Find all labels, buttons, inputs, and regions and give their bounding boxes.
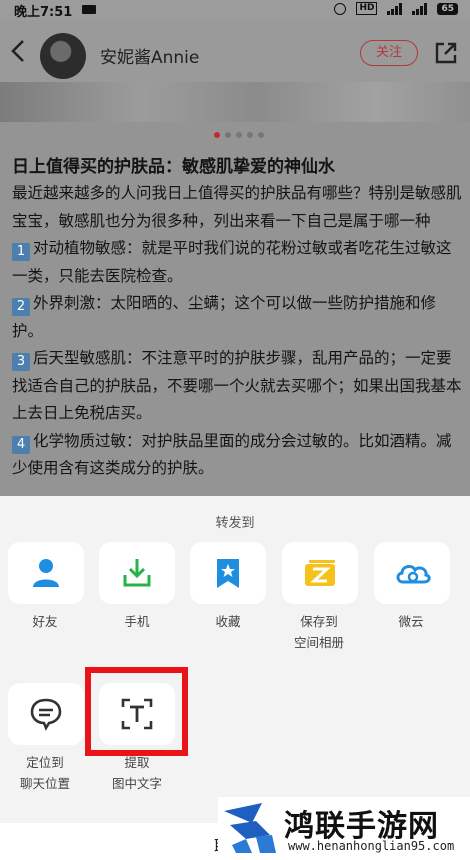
post-header: 安妮酱Annie 关注 [0, 20, 470, 82]
share-icon[interactable] [433, 40, 459, 66]
avatar[interactable] [40, 33, 86, 79]
status-bar: 晚上7:51 HD 65 [0, 0, 470, 20]
bookmark-star-icon [217, 559, 239, 588]
share-album-label: 保存到 空间相册 [293, 614, 344, 650]
article-title: 日上值得买的护肤品：敏感肌挚爱的神仙水 [12, 157, 335, 177]
download-phone-icon [123, 559, 151, 587]
article-body: 最近越来越多的人问我日上值得买的护肤品有哪些？特别是敏感肌宝宝，敏感肌也分为很多… [12, 180, 464, 483]
article-item: 3 后天型敏感肌：不注意平时的护肤步骤，乱用产品的；一定要找适合自己的护肤品，不要… [12, 345, 464, 428]
hd-badge: HD [356, 2, 378, 15]
number-badge-4: 4 [12, 435, 30, 454]
number-badge-1: 1 [12, 243, 30, 261]
post-image-banner[interactable] [0, 82, 470, 122]
extract-text-label: 提取 图中文字 [111, 755, 162, 791]
follow-button[interactable]: 关注 [360, 40, 418, 66]
article-item: 1 对动植物敏感：就是平时我们说的花粉过敏或者吃花生过敏这一类，只能去医院检查。 [12, 235, 464, 290]
number-badge-3: 3 [12, 353, 30, 371]
article-item-text: 外界刺激：太阳晒的、尘螨；这个可以做一些防护措施和修护。 [12, 294, 437, 340]
battery-icon: 65 [437, 2, 458, 15]
carousel-dot [258, 132, 264, 138]
share-weiyun-label: 微云 [398, 614, 424, 629]
chat-bubble-icon [30, 698, 62, 731]
article-item: 2 外界刺激：太阳晒的、尘螨；这个可以做一些防护措施和修护。 [12, 290, 464, 345]
share-album-button[interactable] [282, 542, 358, 604]
highlight-box [85, 667, 188, 756]
album-icon [305, 560, 335, 586]
article-item-text: 对动植物敏感：就是平时我们说的花粉过敏或者吃花生过敏这一类，只能去医院检查。 [12, 239, 452, 285]
article-intro: 最近越来越多的人问我日上值得买的护肤品有哪些？特别是敏感肌宝宝，敏感肌也分为很多… [12, 184, 462, 230]
alarm-icon [334, 2, 347, 15]
status-time: 晚上7:51 [14, 5, 73, 20]
back-arrow-icon[interactable] [8, 38, 30, 64]
cloud-icon [396, 564, 431, 584]
video-recording-icon [82, 5, 96, 14]
sheet-title: 转发到 [215, 516, 255, 531]
article-item-text: 化学物质过敏：对护肤品里面的成分会过敏的。比如酒精。减少使用含有这类成分的护肤。 [12, 431, 452, 478]
article-item-text: 后天型敏感肌：不注意平时的护肤步骤，乱用产品的；一定要找适合自己的护肤品，不要哪… [12, 349, 462, 422]
signal-icon [387, 2, 403, 15]
watermark: 鸿联手游网 www.henanhonglian95.com [218, 797, 470, 860]
signal-icon-2 [412, 2, 428, 15]
carousel-dots [214, 132, 264, 138]
share-weiyun-button[interactable] [374, 542, 450, 604]
watermark-logo-icon [224, 803, 276, 853]
share-phone-label: 手机 [124, 614, 150, 629]
article-item: 4 化学物质过敏：对护肤品里面的成分会过敏的。比如酒精。减少使用含有这类成分的护肤… [12, 428, 464, 483]
article-content: 日上值得买的护肤品：敏感肌挚爱的神仙水 最近越来越多的人问我日上值得买的护肤品有… [0, 122, 470, 496]
person-icon [33, 559, 59, 587]
locate-chat-label: 定位到 聊天位置 [19, 755, 70, 791]
share-friend-label: 好友 [32, 614, 58, 629]
locate-chat-button[interactable] [8, 683, 84, 745]
emoji-icon: 〰 [12, 486, 28, 496]
share-collect-button[interactable] [190, 542, 266, 604]
share-collect-label: 收藏 [215, 614, 241, 629]
carousel-dot-active [214, 132, 220, 138]
watermark-url: www.henanhonglian95.com [288, 839, 455, 853]
share-phone-button[interactable] [99, 542, 175, 604]
carousel-dot [225, 132, 231, 138]
share-friend-button[interactable] [8, 542, 84, 604]
carousel-dot [247, 132, 253, 138]
username[interactable]: 安妮酱Annie [100, 43, 199, 68]
number-badge-2: 2 [12, 298, 30, 316]
carousel-dot [236, 132, 242, 138]
